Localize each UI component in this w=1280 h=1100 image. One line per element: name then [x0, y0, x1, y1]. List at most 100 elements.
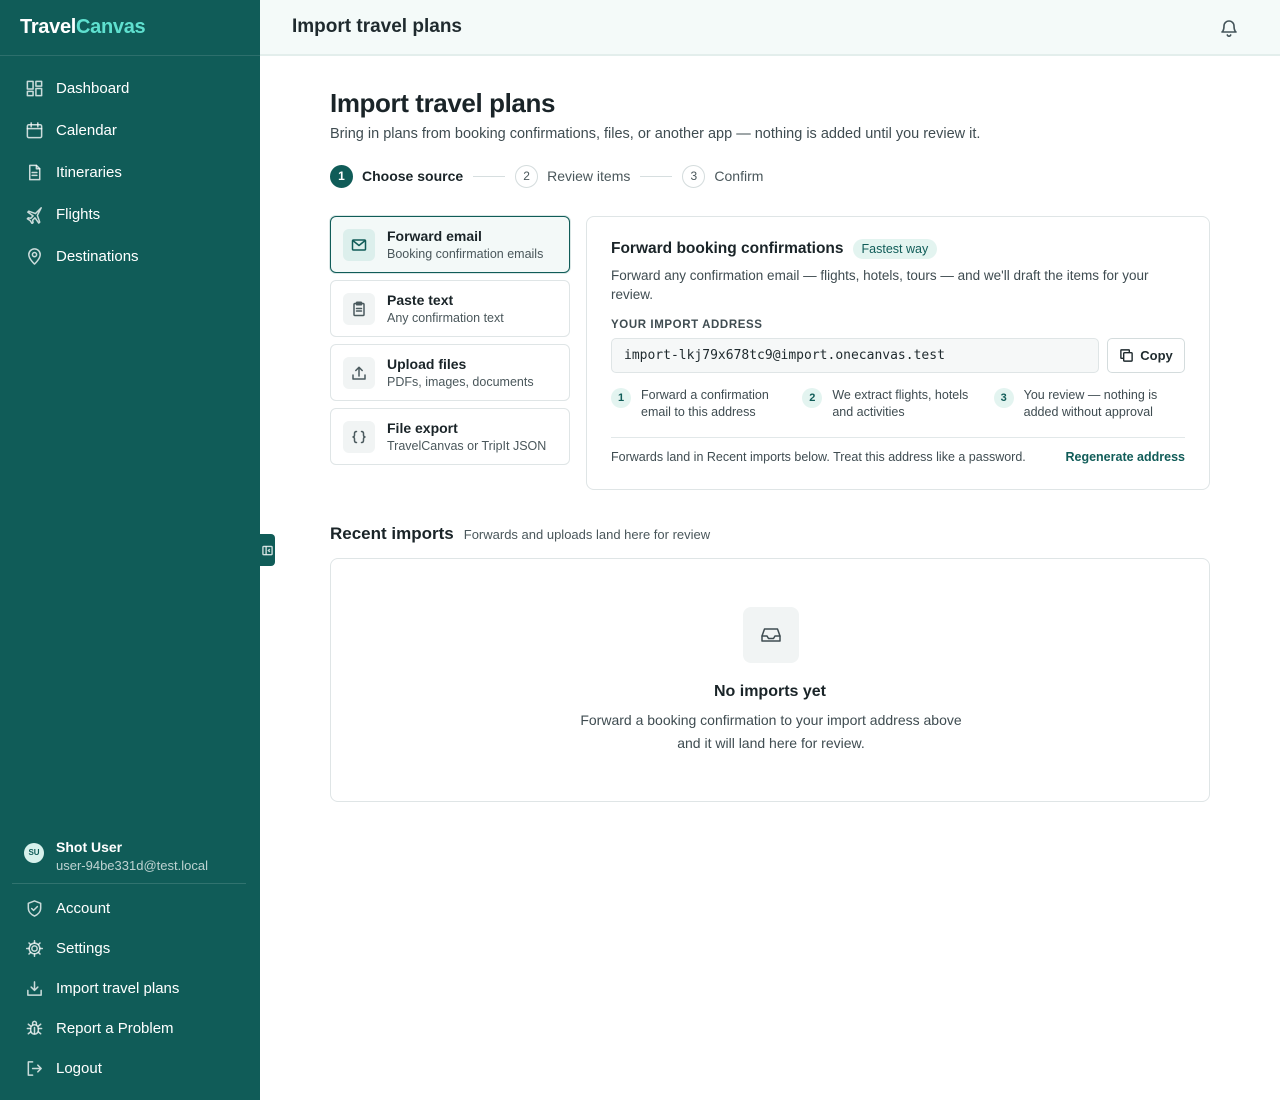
source-paste-text[interactable]: Paste text Any confirmation text	[330, 280, 570, 337]
stepper: 1 Choose source 2 Review items 3 Confirm	[330, 164, 763, 188]
empty-title: No imports yet	[713, 683, 826, 700]
bell-icon	[1219, 18, 1239, 38]
panel-header: Forward booking confirmations Fastest wa…	[611, 239, 1185, 259]
source-title: File export	[387, 420, 458, 436]
step-number: 3	[682, 164, 706, 188]
source-desc: TravelCanvas or TripIt JSON	[387, 439, 547, 453]
recent-imports-title: Recent imports	[330, 524, 454, 543]
source-text: File export TravelCanvas or TripIt JSON	[387, 420, 546, 453]
brand-part-2: Canvas	[76, 16, 146, 38]
copy-label: Copy	[1140, 348, 1173, 363]
sidebar-item-settings[interactable]: Settings	[0, 928, 260, 968]
empty-text: Forward a booking confirmation to your i…	[580, 712, 962, 751]
brand-logo[interactable]: TravelCanvas	[0, 0, 260, 56]
map-pin-icon	[24, 246, 44, 266]
copy-button[interactable]: Copy	[1107, 338, 1185, 373]
sidebar-item-report[interactable]: Report a Problem	[0, 1008, 260, 1048]
gear-icon	[24, 938, 44, 958]
bug-icon	[24, 1018, 44, 1038]
notifications-button[interactable]	[1218, 17, 1240, 39]
recent-imports-subtitle: Forwards and uploads land here for revie…	[463, 527, 711, 542]
page-subtitle: Bring in plans from booking confirmation…	[330, 126, 981, 142]
sidebar-item-itineraries[interactable]: Itineraries	[0, 151, 260, 193]
sidebar-item-label: Destinations	[56, 247, 139, 265]
how-step-number: 3	[993, 388, 1014, 408]
source-desc: Booking confirmation emails	[387, 247, 544, 261]
step-divider	[473, 175, 506, 177]
step-number: 1	[330, 164, 353, 188]
panel-footer: Forwards land in Recent imports below. T…	[611, 437, 1185, 464]
sidebar-item-label: Calendar	[56, 121, 117, 139]
how-step-text: You review — nothing is added without ap…	[1023, 388, 1158, 419]
brand-part-1: Travel	[20, 16, 77, 38]
collapse-icon	[261, 545, 273, 556]
footer-note: Forwards land in Recent imports below. T…	[611, 450, 1026, 464]
source-desc: PDFs, images, documents	[387, 375, 534, 389]
fastest-badge: Fastest way	[852, 239, 938, 259]
source-text: Forward email Booking confirmation email…	[387, 228, 543, 261]
source-title: Forward email	[387, 228, 482, 244]
step-label: Confirm	[714, 168, 764, 184]
page-title: Import travel plans	[330, 88, 556, 118]
sidebar-collapse-button[interactable]	[259, 534, 275, 566]
step-review-items[interactable]: 2 Review items	[515, 164, 631, 188]
document-icon	[24, 162, 44, 182]
sidebar-item-label: Dashboard	[56, 79, 130, 97]
source-text: Upload files PDFs, images, documents	[387, 356, 534, 389]
regenerate-address-link[interactable]: Regenerate address	[1065, 450, 1185, 464]
sidebar-item-label: Logout	[56, 1059, 102, 1077]
braces-icon	[343, 420, 375, 453]
source-desc: Any confirmation text	[387, 311, 504, 325]
source-title: Paste text	[387, 292, 454, 308]
how-step-text: Forward a confirmation email to this add…	[641, 388, 769, 419]
sidebar-item-label: Itineraries	[56, 163, 122, 181]
sidebar-item-label: Flights	[56, 205, 101, 223]
import-address-label: YOUR IMPORT ADDRESS	[611, 319, 763, 331]
top-bar: Import travel plans	[260, 0, 1280, 56]
step-divider	[640, 175, 673, 177]
import-address-field[interactable]: import-lkj79x678tc9@import.onecanvas.tes…	[611, 338, 1099, 373]
user-name: Shot User	[56, 838, 123, 855]
panel-title: Forward booking confirmations	[611, 240, 844, 257]
mail-icon	[343, 228, 375, 261]
sidebar-item-label: Account	[56, 899, 111, 917]
sidebar-item-logout[interactable]: Logout	[0, 1048, 260, 1088]
how-step-text: We extract flights, hotels and activitie…	[832, 388, 969, 419]
source-title: Upload files	[387, 356, 467, 372]
forward-email-panel: Forward booking confirmations Fastest wa…	[586, 216, 1210, 490]
how-step: 3 You review — nothing is added without …	[993, 387, 1185, 425]
step-confirm[interactable]: 3 Confirm	[682, 164, 764, 188]
main-nav: Dashboard Calendar Itineraries Flights D…	[0, 56, 260, 277]
sidebar-item-dashboard[interactable]: Dashboard	[0, 67, 260, 109]
how-step-number: 1	[611, 388, 631, 408]
sidebar-item-account[interactable]: Account	[0, 888, 260, 928]
how-step: 2 We extract flights, hotels and activit…	[802, 387, 993, 425]
source-upload-files[interactable]: Upload files PDFs, images, documents	[330, 344, 570, 401]
inbox-icon	[743, 607, 799, 663]
recent-imports-header: Recent imports Forwards and uploads land…	[330, 524, 710, 544]
step-label: Choose source	[362, 168, 464, 184]
logout-icon	[24, 1058, 44, 1078]
user-profile[interactable]: SU Shot User user-94be331d@test.local	[12, 828, 246, 884]
sidebar-item-calendar[interactable]: Calendar	[0, 109, 260, 151]
how-it-works: 1 Forward a confirmation email to this a…	[611, 387, 1185, 425]
how-step: 1 Forward a confirmation email to this a…	[611, 387, 802, 425]
source-text: Paste text Any confirmation text	[387, 292, 504, 325]
source-forward-email[interactable]: Forward email Booking confirmation email…	[330, 216, 570, 273]
sidebar-item-import[interactable]: Import travel plans	[0, 968, 260, 1008]
plane-icon	[24, 204, 44, 224]
source-file-export[interactable]: File export TravelCanvas or TripIt JSON	[330, 408, 570, 465]
sidebar-item-flights[interactable]: Flights	[0, 193, 260, 235]
sidebar-item-destinations[interactable]: Destinations	[0, 235, 260, 277]
step-choose-source[interactable]: 1 Choose source	[330, 164, 464, 188]
user-info: Shot User user-94be331d@test.local	[56, 839, 208, 873]
bottom-nav: Account Settings Import travel plans Rep…	[0, 888, 260, 1088]
step-label: Review items	[547, 168, 631, 184]
sidebar: TravelCanvas Dashboard Calendar Itinerar…	[0, 0, 260, 1100]
dashboard-icon	[24, 78, 44, 98]
import-address-row: import-lkj79x678tc9@import.onecanvas.tes…	[611, 338, 1185, 373]
copy-icon	[1119, 348, 1140, 363]
shield-icon	[24, 898, 44, 918]
recent-imports-empty-state: No imports yet Forward a booking confirm…	[330, 558, 1210, 802]
clipboard-icon	[343, 292, 375, 325]
